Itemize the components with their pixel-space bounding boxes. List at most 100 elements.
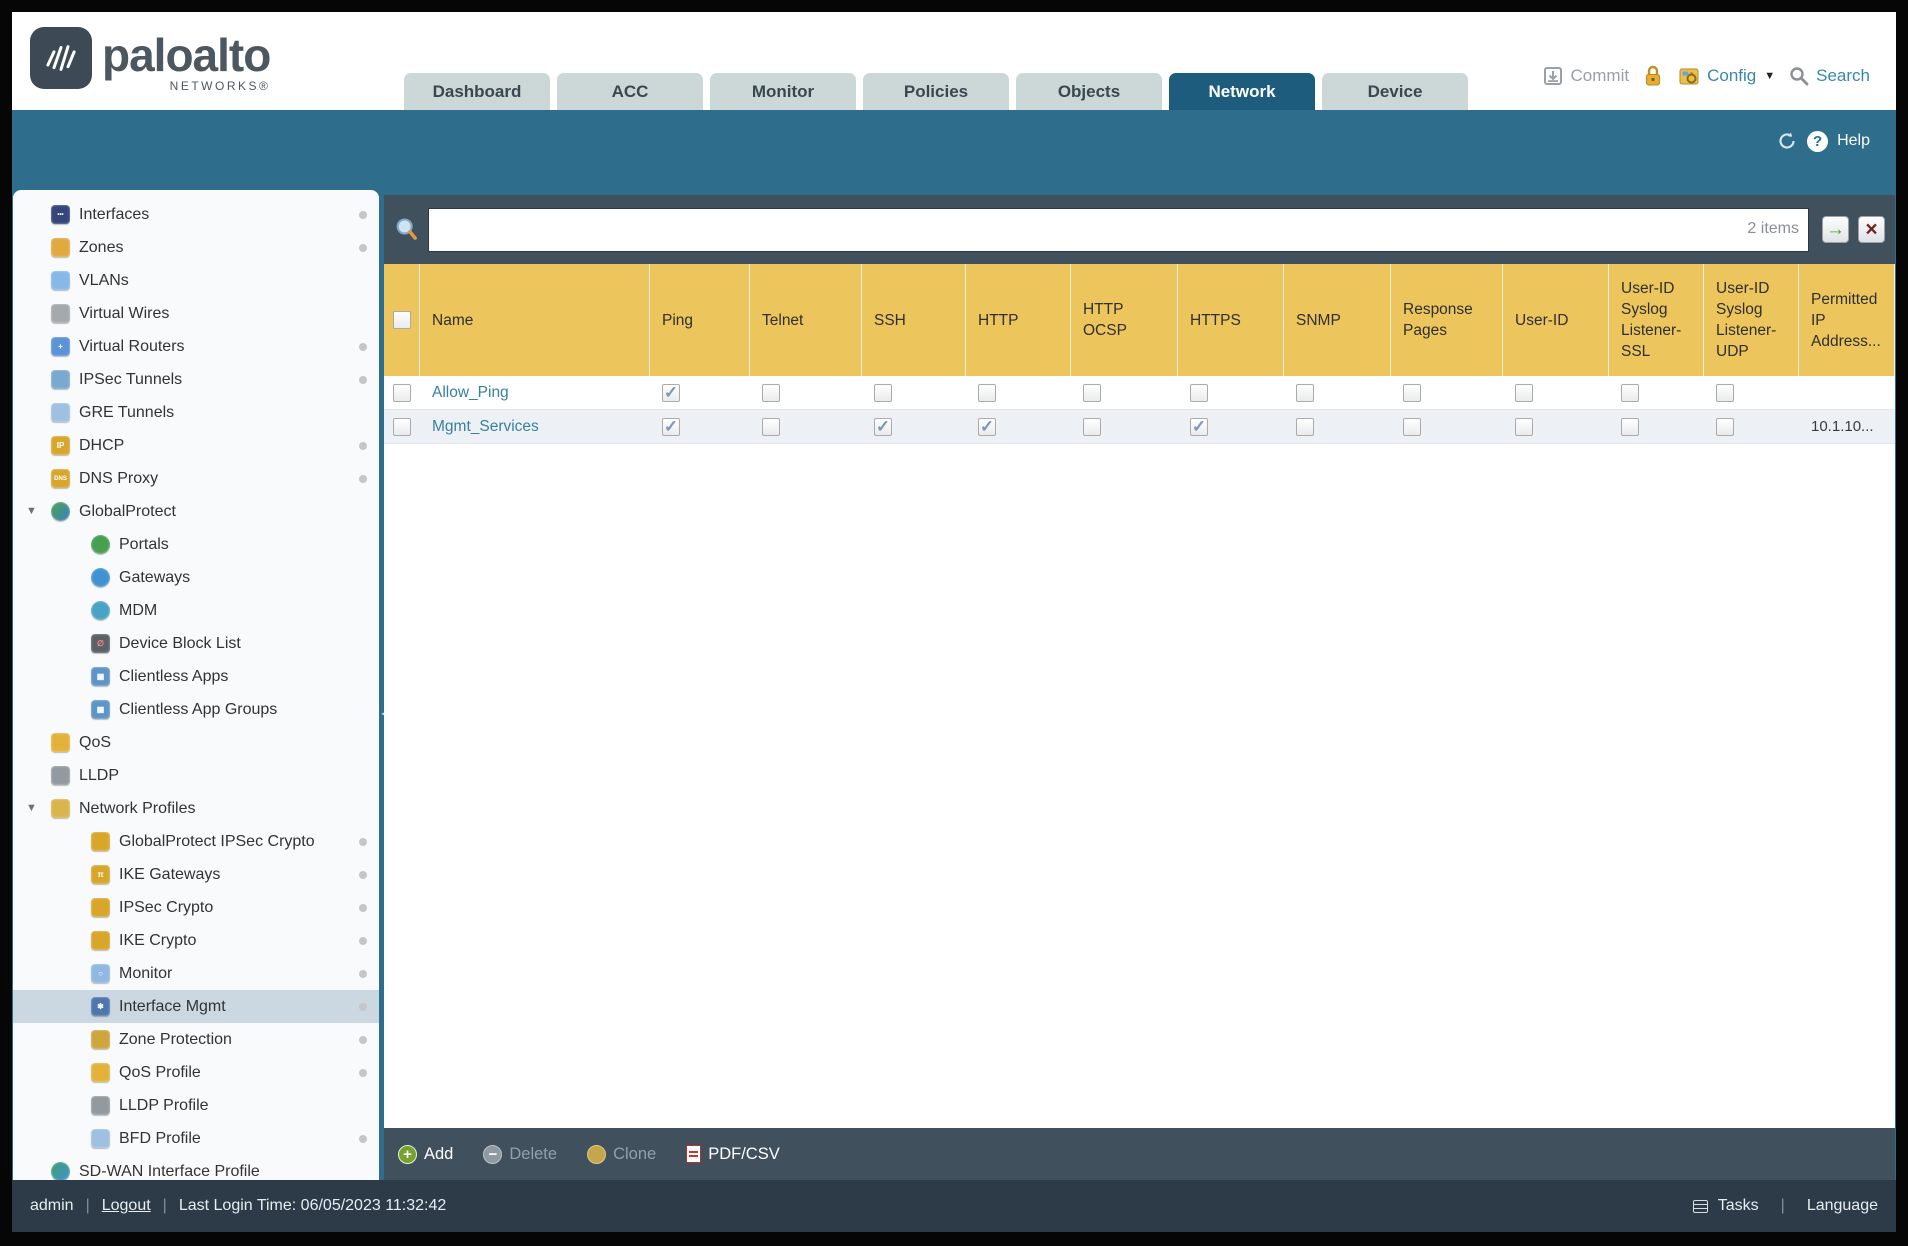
profile-name-link[interactable]: Allow_Ping xyxy=(432,384,509,402)
profile-name-link[interactable]: Mgmt_Services xyxy=(432,418,539,436)
sidebar-item-21d[interactable]: ▼ IPSec Crypto xyxy=(13,891,379,924)
sidebar-item-23d[interactable]: ▼ ○ Monitor xyxy=(13,957,379,990)
sidebar-item-label: IKE Crypto xyxy=(119,931,197,949)
sidebar-item-1d[interactable]: ▼ Zones xyxy=(13,231,379,264)
column-header-0d[interactable]: Name xyxy=(420,264,650,376)
column-header-5d[interactable]: HTTP OCSP xyxy=(1071,264,1178,376)
sidebar-item-2d[interactable]: ▼ VLANs xyxy=(13,264,379,297)
sidebar-item-12d[interactable]: ▼ MDM xyxy=(13,594,379,627)
sidebar-item-22d[interactable]: ▼ IKE Crypto xyxy=(13,924,379,957)
config-lock-button[interactable] xyxy=(1642,64,1664,88)
ike-crypto-icon xyxy=(91,931,110,950)
sidebar-item-8d[interactable]: ▼ DNS DNS Proxy xyxy=(13,462,379,495)
sidebar-item-28d[interactable]: ▼ BFD Profile xyxy=(13,1122,379,1155)
sidebar-item-24d[interactable]: ▼ ✱ Interface Mgmt xyxy=(13,990,379,1023)
tasks-button[interactable]: Tasks xyxy=(1718,1197,1759,1215)
app-window: paloalto NETWORKS® Dashboard ACC Monitor xyxy=(12,12,1896,1232)
refresh-icon[interactable] xyxy=(1776,130,1798,152)
sidebar-item-11d[interactable]: ▼ Gateways xyxy=(13,561,379,594)
sidebar-item-18d[interactable]: ▼ Network Profiles xyxy=(13,792,379,825)
row-select-checkbox[interactable] xyxy=(393,383,411,402)
telnet-checkbox xyxy=(762,383,780,402)
zones-icon xyxy=(51,238,70,257)
sidebar-item-7d[interactable]: ▼ IP DHCP xyxy=(13,429,379,462)
column-header-11d[interactable]: User-ID Syslog Listener- UDP xyxy=(1704,264,1799,376)
sidebar-item-20d[interactable]: ▼ π IKE Gateways xyxy=(13,858,379,891)
status-dot xyxy=(359,871,367,879)
select-all-checkbox[interactable] xyxy=(392,311,411,329)
tab-0d[interactable]: Dashboard xyxy=(404,73,550,110)
config-menu-button[interactable]: Config ▼ xyxy=(1677,64,1775,88)
add-button[interactable]: + Add xyxy=(398,1144,453,1164)
sidebar-item-17d[interactable]: ▼ LLDP xyxy=(13,759,379,792)
monitor-icon: ○ xyxy=(91,964,110,983)
sidebar-item-29d[interactable]: ▼ SD-WAN Interface Profile xyxy=(13,1155,379,1180)
tab-4d[interactable]: Objects xyxy=(1016,73,1162,110)
clone-label: Clone xyxy=(613,1144,657,1163)
brand-name: paloalto xyxy=(102,29,271,81)
clear-filter-button[interactable]: × xyxy=(1858,216,1885,243)
tab-3d[interactable]: Policies xyxy=(863,73,1009,110)
sidebar-item-3d[interactable]: ▼ Virtual Wires xyxy=(13,297,379,330)
sidebar-item-label: SD-WAN Interface Profile xyxy=(79,1162,260,1180)
permitted-ip-value: 10.1.10... xyxy=(1811,418,1874,435)
sidebar-item-0d[interactable]: ▼ ••• Interfaces xyxy=(13,198,379,231)
tab-2d[interactable]: Monitor xyxy=(710,73,856,110)
paloalto-logo: paloalto NETWORKS® xyxy=(30,27,271,93)
sidebar-item-4d[interactable]: ▼ + Virtual Routers xyxy=(13,330,379,363)
sidebar-item-label: Interfaces xyxy=(79,205,150,223)
sidebar-item-15d[interactable]: ▼ ▦ Clientless App Groups xyxy=(13,693,379,726)
tab-6d[interactable]: Device xyxy=(1322,73,1468,110)
column-header-6d[interactable]: HTTPS xyxy=(1178,264,1284,376)
sidebar-item-10d[interactable]: ▼ Portals xyxy=(13,528,379,561)
lldp-icon xyxy=(51,766,70,785)
sidebar-item-16d[interactable]: ▼ QoS xyxy=(13,726,379,759)
column-header-4d[interactable]: HTTP xyxy=(966,264,1071,376)
delete-label: Delete xyxy=(509,1144,558,1163)
search-icon xyxy=(396,218,417,240)
column-header-8d[interactable]: Response Pages xyxy=(1391,264,1503,376)
apply-filter-button[interactable]: → xyxy=(1822,216,1849,243)
column-header-2d[interactable]: Telnet xyxy=(750,264,862,376)
sidebar-item-6d[interactable]: ▼ GRE Tunnels xyxy=(13,396,379,429)
http-ocsp-checkbox xyxy=(1083,383,1101,402)
sidebar-item-label: LLDP xyxy=(79,766,120,784)
sidebar-item-label: IPSec Tunnels xyxy=(79,370,183,388)
column-header-12d[interactable]: Permitted IP Address... xyxy=(1799,264,1895,376)
expand-triangle-icon[interactable]: ▼ xyxy=(26,802,37,814)
sidebar-item-25d[interactable]: ▼ Zone Protection xyxy=(13,1023,379,1056)
column-header-3d[interactable]: SSH xyxy=(862,264,966,376)
tab-1d[interactable]: ACC xyxy=(557,73,703,110)
language-button[interactable]: Language xyxy=(1807,1197,1878,1215)
ipsec-crypto-icon xyxy=(91,898,110,917)
http-ocsp-checkbox xyxy=(1083,417,1101,436)
column-header-9d[interactable]: User-ID xyxy=(1503,264,1609,376)
delete-button[interactable]: − Delete xyxy=(483,1144,558,1164)
user-id-syslog-udp-checkbox xyxy=(1716,417,1734,436)
help-icon[interactable]: ? xyxy=(1807,130,1829,152)
sidebar-item-27d[interactable]: ▼ LLDP Profile xyxy=(13,1089,379,1122)
sidebar-item-13d[interactable]: ▼ ∅ Device Block List xyxy=(13,627,379,660)
logout-link[interactable]: Logout xyxy=(102,1197,151,1215)
column-header-1d[interactable]: Ping xyxy=(650,264,750,376)
row-select-checkbox[interactable] xyxy=(393,417,411,436)
sidebar-item-label: Clientless Apps xyxy=(119,667,229,685)
pdf-csv-button[interactable]: PDF/CSV xyxy=(686,1145,780,1164)
expand-triangle-icon[interactable]: ▼ xyxy=(26,505,37,517)
filter-input[interactable] xyxy=(428,208,1809,252)
ping-checkbox: ✓ xyxy=(662,383,680,402)
clone-button[interactable]: Clone xyxy=(587,1144,657,1164)
sidebar-item-14d[interactable]: ▼ ▦ Clientless Apps xyxy=(13,660,379,693)
search-button[interactable]: Search xyxy=(1788,65,1870,87)
sidebar-item-9d[interactable]: ▼ GlobalProtect xyxy=(13,495,379,528)
sidebar-item-5d[interactable]: ▼ IPSec Tunnels xyxy=(13,363,379,396)
column-header-7d[interactable]: SNMP xyxy=(1284,264,1391,376)
tab-5d[interactable]: Network xyxy=(1169,73,1315,110)
sidebar-item-26d[interactable]: ▼ QoS Profile xyxy=(13,1056,379,1089)
column-header-10d[interactable]: User-ID Syslog Listener- SSL xyxy=(1609,264,1704,376)
sidebar-item-19d[interactable]: ▼ GlobalProtect IPSec Crypto xyxy=(13,825,379,858)
gre-tunnels-icon xyxy=(51,403,70,422)
commit-button[interactable]: Commit xyxy=(1541,64,1629,88)
tab-label: Monitor xyxy=(751,81,815,101)
help-label[interactable]: Help xyxy=(1837,132,1870,150)
